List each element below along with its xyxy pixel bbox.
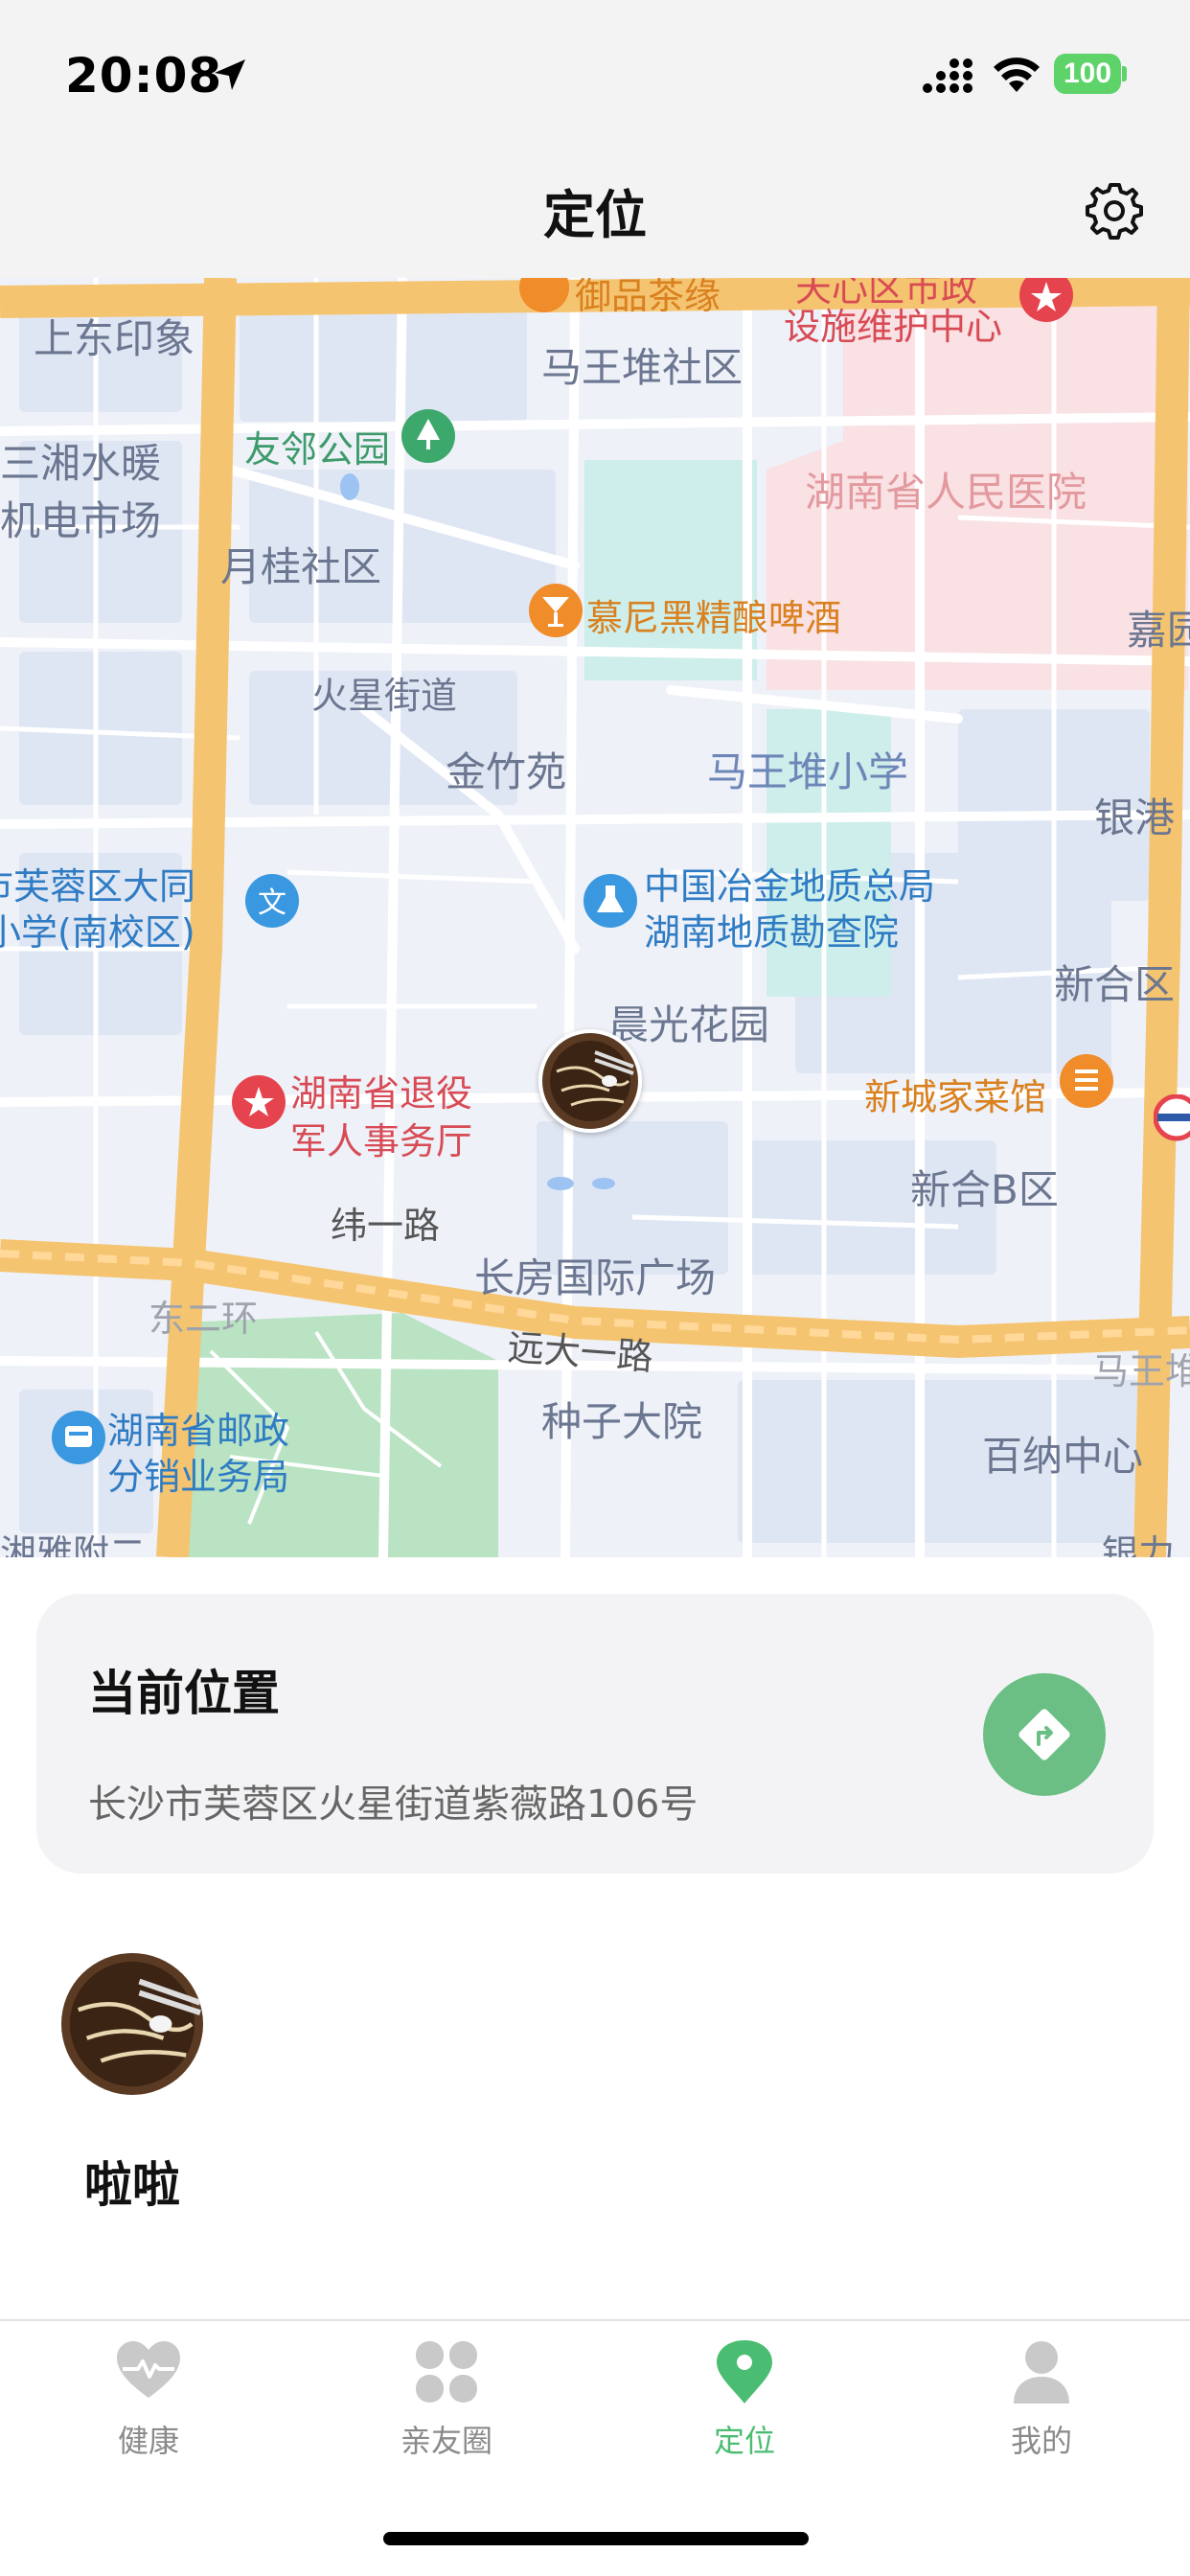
gear-icon[interactable]: [1083, 179, 1146, 242]
tab-location[interactable]: 定位: [668, 2338, 821, 2472]
map-label: 马王堆: [1092, 1350, 1190, 1392]
map-label: 长房国际广场: [474, 1254, 717, 1301]
tab-me[interactable]: 我的: [965, 2338, 1118, 2472]
map-view[interactable]: 文 御品茶缘 天心区市政 设施维护中心 上东印象 马王堆社区 三湘水暖 机电市场…: [0, 278, 1190, 1557]
map-label: 金竹苑: [446, 748, 567, 795]
restaurant-pin-icon[interactable]: [515, 278, 573, 316]
government-pin-icon[interactable]: [228, 1073, 289, 1142]
map-label: 友邻公园: [244, 428, 391, 471]
tab-friends[interactable]: 亲友圈: [370, 2338, 523, 2472]
location-pin-icon: [717, 2340, 772, 2404]
cellular-signal-icon: [923, 58, 973, 93]
home-indicator: [383, 2532, 809, 2545]
map-label: 机电市场: [0, 497, 162, 544]
grid-icon: [416, 2341, 477, 2403]
post-office-pin-icon[interactable]: [48, 1409, 109, 1478]
map-label: 湖南省邮政: [107, 1410, 290, 1452]
navigate-button[interactable]: [983, 1673, 1106, 1796]
member-name: 啦啦: [84, 2157, 180, 2213]
map-label: 东二环: [149, 1298, 259, 1340]
wifi-icon: [994, 58, 1040, 92]
map-label: 百纳中心: [982, 1433, 1144, 1480]
map-label: 慕尼黑精酿啤酒: [586, 597, 842, 639]
noodle-photo: [542, 1033, 638, 1129]
map-label: 马王堆社区: [541, 344, 744, 391]
map-label: 远大一路: [506, 1325, 655, 1379]
svg-text:文: 文: [258, 886, 286, 920]
restaurant-pin-icon[interactable]: [1056, 1052, 1117, 1121]
tab-label: 亲友圈: [400, 2423, 492, 2459]
bar-pin-icon[interactable]: [525, 582, 586, 651]
map-label: 军人事务厅: [290, 1120, 473, 1162]
map-label: 湖南省人民医院: [805, 469, 1087, 516]
map-label: 上东印象: [34, 315, 195, 362]
map-label: 纬一路: [331, 1205, 441, 1247]
noodle-photo: [61, 1953, 203, 2095]
map-label: 银力: [1102, 1532, 1176, 1557]
map-label: 设施维护中心: [784, 306, 1003, 348]
tab-label: 我的: [1010, 2423, 1072, 2459]
map-label: 湖南地质勘查院: [644, 911, 900, 954]
map-label: 火星街道: [311, 675, 458, 717]
school-pin-icon[interactable]: 文: [241, 872, 303, 941]
page-title: 定位: [543, 185, 647, 245]
map-label: 马王堆小学: [707, 748, 909, 795]
current-location-address: 长沙市芙蓉区火星街道紫薇路106号: [88, 1782, 698, 1827]
battery-level: 100: [1054, 54, 1121, 94]
location-arrow-icon: [215, 59, 245, 90]
navigation-diamond-icon: [1018, 1709, 1070, 1760]
park-pin-icon[interactable]: [398, 407, 459, 476]
battery-tip: [1122, 66, 1127, 81]
map-label: 分销业务局: [107, 1456, 290, 1498]
tab-health[interactable]: 健康: [72, 2338, 225, 2472]
map-label: 古汉城小学(南校区): [0, 911, 195, 954]
heart-pulse-icon: [117, 2341, 180, 2398]
government-pin-icon[interactable]: [1016, 278, 1077, 328]
map-label: 种子大院: [541, 1398, 703, 1445]
map-label: 御品茶缘: [575, 278, 721, 317]
map-label: 晨光花园: [608, 1001, 770, 1048]
research-pin-icon[interactable]: [580, 872, 641, 941]
map-label: 月桂社区: [220, 543, 382, 590]
map-label: 长沙市芙蓉区大同: [0, 865, 196, 908]
status-time: 20:08: [65, 48, 223, 104]
map-label: 三湘水暖: [0, 440, 162, 487]
member-avatar[interactable]: [61, 1953, 203, 2095]
map-label: 嘉园: [1127, 607, 1190, 654]
tab-label: 定位: [713, 2423, 775, 2459]
current-location-title: 当前位置: [88, 1666, 280, 1721]
map-label: 湘雅附二: [0, 1532, 147, 1557]
map-label: 新合区: [1054, 961, 1176, 1008]
tab-label: 健康: [117, 2423, 179, 2459]
user-location-avatar[interactable]: [538, 1029, 642, 1133]
map-label: 新合B区: [910, 1166, 1059, 1213]
map-label: 中国冶金地质总局: [644, 865, 936, 908]
person-icon: [1014, 2341, 1069, 2404]
map-label: 银港: [1094, 794, 1176, 841]
map-label: 湖南省退役: [290, 1072, 473, 1115]
map-label: 新城家菜馆: [864, 1076, 1047, 1118]
battery-icon: 100: [1054, 54, 1127, 94]
metro-icon[interactable]: [1154, 1094, 1190, 1142]
